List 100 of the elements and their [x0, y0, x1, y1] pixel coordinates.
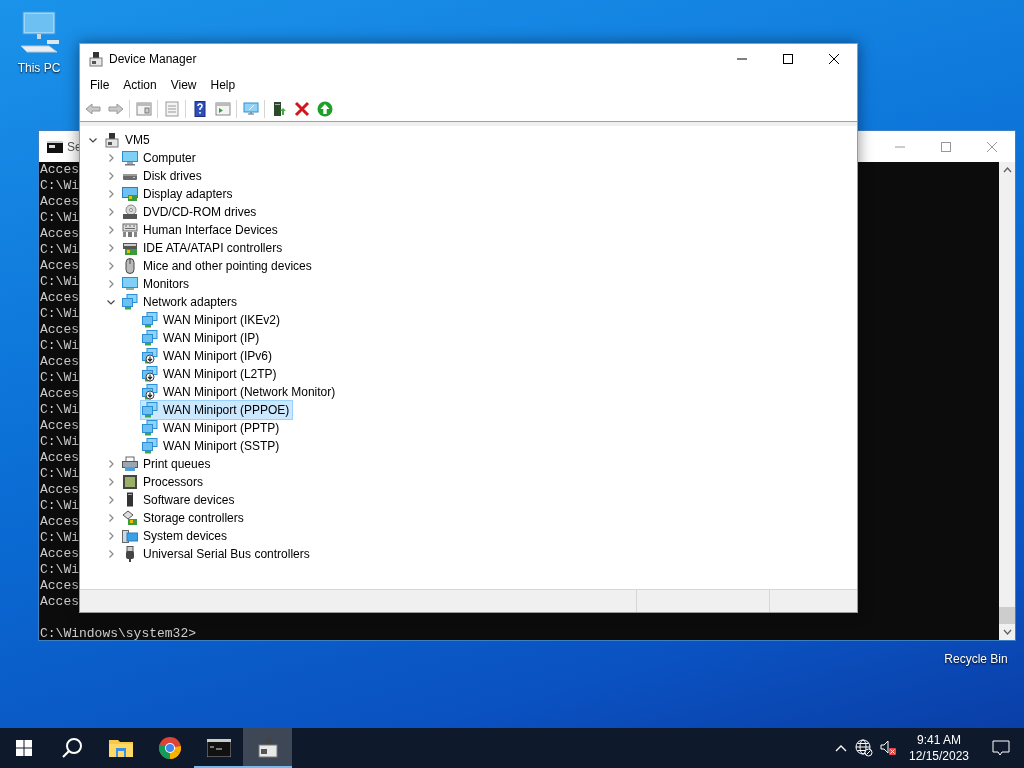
- tree-item[interactable]: Processors: [121, 473, 207, 491]
- tree-item[interactable]: WAN Miniport (PPPOE): [141, 401, 293, 419]
- console-line: C:\Wi: [40, 338, 79, 354]
- tree-item[interactable]: Print queues: [121, 455, 214, 473]
- action-pane-icon: [214, 100, 231, 117]
- tree-item[interactable]: DVD/CD-ROM drives: [121, 203, 260, 221]
- console-line: C:\Wi: [40, 370, 79, 386]
- clock-button[interactable]: 9:41 AM 12/15/2023: [900, 728, 978, 768]
- tree-item[interactable]: Display adapters: [121, 185, 236, 203]
- list-view-icon: [163, 100, 180, 117]
- tree-item[interactable]: WAN Miniport (IP): [141, 329, 263, 347]
- console-line: Acces: [40, 354, 79, 370]
- console-line: Acces: [40, 226, 79, 242]
- computer-tower-icon: [88, 50, 104, 67]
- system-folder-icon: [122, 528, 138, 544]
- console-line: Acces: [40, 418, 79, 434]
- folder-icon: [108, 738, 133, 758]
- controller-card-icon: [122, 240, 138, 256]
- console-line: C:\Wi: [40, 306, 79, 322]
- tree-item[interactable]: Disk drives: [121, 167, 205, 185]
- console-line: Acces: [40, 514, 79, 530]
- tree-item[interactable]: WAN Miniport (PPTP): [141, 419, 283, 437]
- scrollbar-thumb[interactable]: [999, 607, 1015, 624]
- scroll-up-icon: [1002, 167, 1012, 173]
- scan-monitor-icon: [242, 100, 259, 117]
- console-line: Acces: [40, 258, 79, 274]
- taskbar-button[interactable]: [243, 728, 292, 768]
- console-line: C:\Wi: [40, 562, 79, 578]
- window-title: Device Manager: [109, 50, 197, 68]
- storage-controller-icon: [122, 510, 138, 526]
- chrome-icon: [157, 736, 182, 760]
- network-adapter-icon: [122, 294, 138, 310]
- console-icon: [47, 140, 63, 153]
- console-line: C:\Wi: [40, 466, 79, 482]
- notification-icon: [992, 739, 1010, 757]
- console-line: Acces: [40, 450, 79, 466]
- tree-item[interactable]: Computer: [121, 149, 199, 167]
- console-line: Acces: [40, 594, 79, 610]
- console-line: Acces: [40, 162, 79, 178]
- keyboard-icon: [122, 222, 138, 238]
- delete-icon: [293, 100, 310, 117]
- desktop-icon-label[interactable]: Recycle Bin: [944, 651, 1008, 667]
- forward-icon: [107, 100, 124, 117]
- tree-item[interactable]: WAN Miniport (IKEv2): [141, 311, 283, 329]
- menu-item[interactable]: View: [163, 74, 204, 95]
- tree-item[interactable]: Mice and other pointing devices: [121, 257, 315, 275]
- help-icon: [191, 100, 208, 117]
- tree-item[interactable]: IDE ATA/ATAPI controllers: [121, 239, 286, 257]
- tree-item[interactable]: Monitors: [121, 275, 192, 293]
- console-line: C:\Wi: [40, 178, 79, 194]
- collapse-icon: [88, 135, 98, 145]
- console-line: C:\Wi: [40, 274, 79, 290]
- back-icon: [84, 100, 101, 117]
- globe-icon: [855, 739, 873, 757]
- computer-tower-icon: [104, 132, 120, 148]
- enable-icon: [316, 100, 333, 117]
- desktop-icon-label[interactable]: This PC: [17, 60, 61, 76]
- display-adapter-icon: [122, 186, 138, 202]
- console-line: Acces: [40, 482, 79, 498]
- chevron-up-icon: [835, 744, 847, 752]
- printer-icon: [122, 456, 138, 472]
- console-line: C:\Wi: [40, 402, 79, 418]
- monitor-icon: [122, 276, 138, 292]
- clock-date: 12/15/2023: [908, 748, 970, 764]
- search-icon: [61, 737, 83, 759]
- console-line: Acces: [40, 578, 79, 594]
- tree-item[interactable]: Storage controllers: [121, 509, 247, 527]
- console-line: C:\Wi: [40, 242, 79, 258]
- tree-item[interactable]: VM5: [103, 131, 153, 149]
- console-line: Acces: [40, 322, 79, 338]
- mouse-icon: [122, 258, 138, 274]
- console-line: C:\Wi: [40, 498, 79, 514]
- windows-logo-icon: [16, 740, 32, 756]
- tree-item[interactable]: Network adapters: [121, 293, 241, 311]
- console-line: C:\Wi: [40, 210, 79, 226]
- clock-time: 9:41 AM: [917, 732, 961, 748]
- device-manager-icon: [256, 737, 279, 759]
- console-line: Acces: [40, 546, 79, 562]
- properties-icon: [135, 100, 152, 117]
- disc-drive-icon: [122, 204, 138, 220]
- menu-item[interactable]: Help: [203, 74, 243, 95]
- tree-item[interactable]: Universal Serial Bus controllers: [121, 545, 313, 563]
- maximize-icon: [941, 141, 951, 152]
- close-icon: [987, 141, 997, 152]
- computer-icon: [122, 150, 138, 166]
- collapse-icon: [106, 297, 116, 307]
- command-prompt: C:\Windows\system32>: [40, 626, 197, 640]
- tree-item[interactable]: System devices: [121, 527, 231, 545]
- tree-item[interactable]: Software devices: [121, 491, 238, 509]
- console-line: C:\Wi: [40, 530, 79, 546]
- tree-item[interactable]: Human Interface Devices: [121, 221, 281, 239]
- menu-item[interactable]: Action: [116, 74, 164, 95]
- close-icon: [829, 53, 839, 64]
- console-line: C:\Wi: [40, 434, 79, 450]
- menu-item[interactable]: File: [83, 74, 117, 95]
- scroll-down-icon: [1002, 629, 1012, 635]
- scrollbar[interactable]: [999, 162, 1015, 640]
- tree-item[interactable]: WAN Miniport (SSTP): [141, 437, 283, 455]
- muted-speaker-icon: [879, 739, 897, 757]
- console-line: Acces: [40, 290, 79, 306]
